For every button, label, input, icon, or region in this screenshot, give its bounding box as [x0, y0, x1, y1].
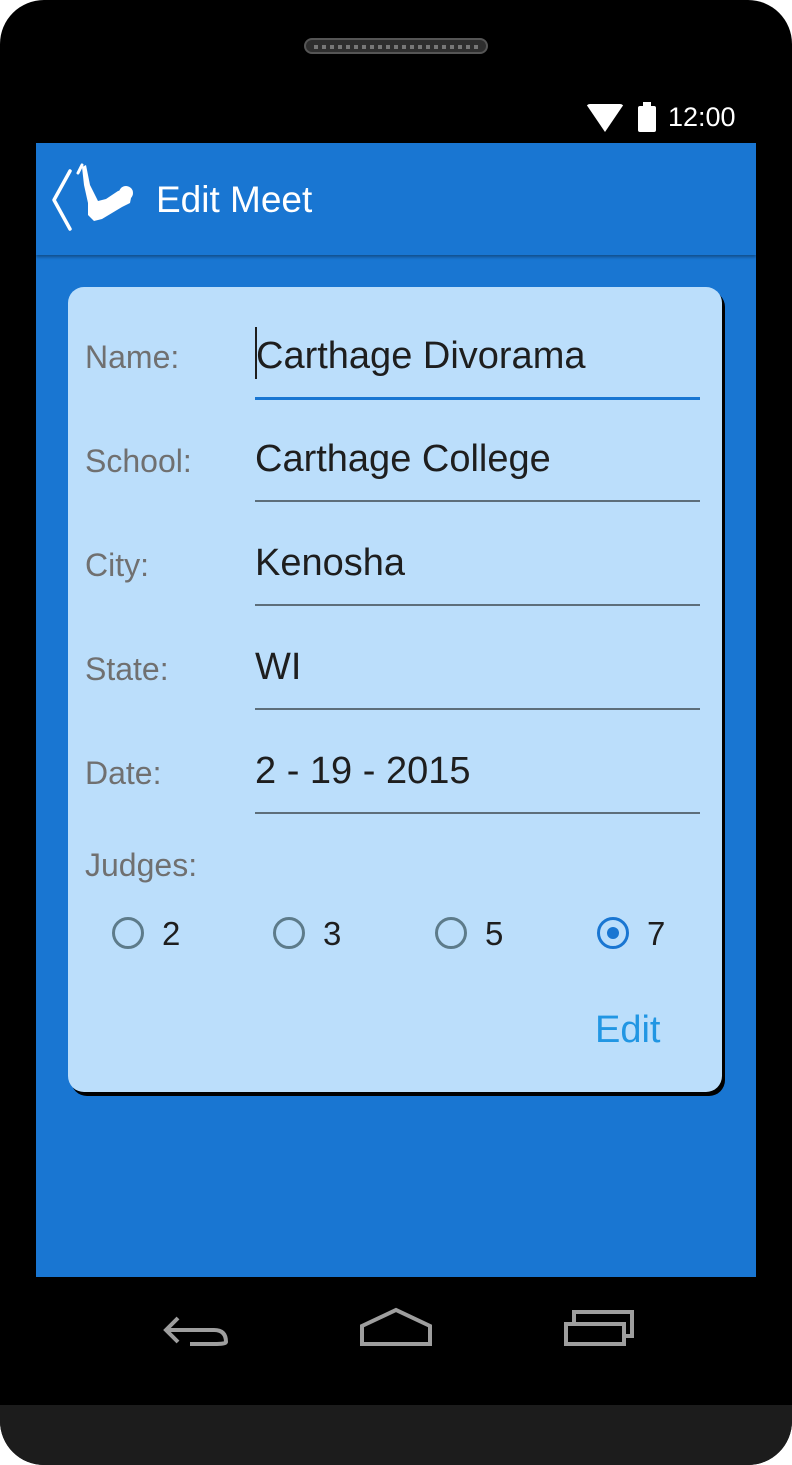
radio-unchecked-icon — [435, 917, 467, 949]
city-label: City: — [85, 547, 149, 583]
name-field[interactable]: Carthage Divorama — [255, 327, 700, 400]
radio-unchecked-icon — [112, 917, 144, 949]
date-value: 2 - 19 - 2015 — [255, 750, 471, 792]
judges-label: Judges: — [85, 847, 198, 883]
nav-back-icon[interactable] — [160, 1300, 232, 1360]
earpiece-speaker — [304, 38, 488, 54]
school-field[interactable]: Carthage College — [255, 430, 700, 502]
state-value: WI — [255, 646, 302, 688]
page-title: Edit Meet — [156, 179, 313, 220]
city-value: Kenosha — [255, 542, 406, 584]
nav-recents-icon[interactable] — [560, 1300, 640, 1360]
phone-chin — [0, 1405, 792, 1465]
radio-label: 3 — [323, 915, 342, 952]
date-label: Date: — [85, 755, 162, 791]
wifi-icon — [586, 104, 624, 132]
state-label: State: — [85, 651, 169, 687]
edit-meet-form: Name: Carthage Divorama School: Carthage… — [68, 287, 722, 1092]
name-value: Carthage Divorama — [256, 335, 586, 377]
name-label: Name: — [85, 339, 180, 375]
radio-checked-icon — [597, 917, 629, 949]
school-value: Carthage College — [255, 438, 551, 480]
radio-label: 5 — [485, 915, 504, 952]
phone-frame: 12:00 Edit Meet Name: Carthage Divorama … — [0, 0, 792, 1465]
school-label: School: — [85, 443, 192, 479]
diver-logo-icon[interactable] — [76, 163, 136, 233]
battery-icon — [638, 102, 656, 132]
radio-label: 2 — [162, 915, 181, 952]
app-screen: Edit Meet Name: Carthage Divorama School… — [36, 143, 756, 1277]
date-field[interactable]: 2 - 19 - 2015 — [255, 742, 700, 814]
edit-button[interactable]: Edit — [595, 1009, 660, 1052]
nav-home-icon[interactable] — [356, 1300, 436, 1360]
status-time: 12:00 — [668, 102, 736, 132]
radio-label: 7 — [647, 915, 666, 952]
state-field[interactable]: WI — [255, 638, 700, 710]
city-field[interactable]: Kenosha — [255, 534, 700, 606]
app-bar: Edit Meet — [36, 143, 756, 255]
radio-unchecked-icon — [273, 917, 305, 949]
